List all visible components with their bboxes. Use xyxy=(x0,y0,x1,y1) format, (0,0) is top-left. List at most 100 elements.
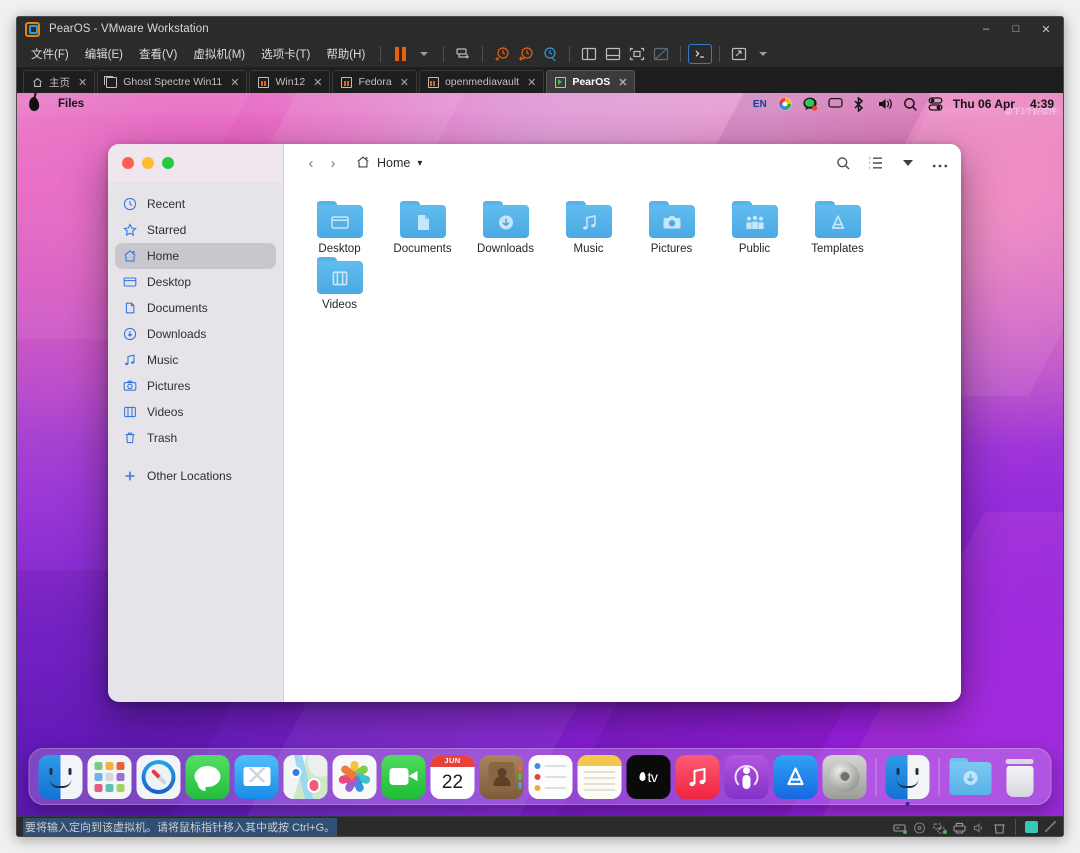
revert-snapshot-icon[interactable] xyxy=(514,44,538,64)
more-options-icon[interactable] xyxy=(932,156,947,171)
dock-item-messages[interactable] xyxy=(186,755,230,799)
tab-close-icon[interactable]: ✕ xyxy=(313,76,322,89)
dock-item-launchpad[interactable] xyxy=(88,755,132,799)
close-window-button[interactable] xyxy=(122,157,134,169)
menu-file[interactable]: 文件(F) xyxy=(23,43,77,65)
bluetooth-icon[interactable] xyxy=(853,97,867,111)
hard-disk-icon[interactable] xyxy=(893,821,906,833)
dock-item-tv[interactable]: tv xyxy=(627,755,671,799)
sidebar-item-pictures[interactable]: Pictures xyxy=(115,373,276,399)
dock-item-maps[interactable] xyxy=(284,755,328,799)
console-terminal-icon[interactable] xyxy=(688,44,712,64)
maximize-button[interactable]: □ xyxy=(1001,17,1031,41)
tab-close-icon[interactable]: ✕ xyxy=(400,76,409,89)
take-snapshot-icon[interactable] xyxy=(490,44,514,64)
menu-bar-time[interactable]: 4:39 xyxy=(1030,97,1054,111)
tab-home[interactable]: 主页 ✕ xyxy=(23,70,95,93)
dock-item-downloads-folder[interactable] xyxy=(949,755,993,799)
menu-tabs[interactable]: 选项卡(T) xyxy=(253,43,318,65)
dock-item-settings[interactable] xyxy=(823,755,867,799)
dock-item-music[interactable] xyxy=(676,755,720,799)
tab-close-icon[interactable]: ✕ xyxy=(618,76,627,89)
search-icon[interactable] xyxy=(903,97,917,111)
dock-item-facetime[interactable] xyxy=(382,755,426,799)
folder-item-downloads[interactable]: Downloads xyxy=(464,199,547,255)
dock-item-reminders[interactable] xyxy=(529,755,573,799)
pause-dropdown-caret-icon[interactable] xyxy=(412,44,436,64)
display-indicator-icon[interactable] xyxy=(1025,821,1038,833)
folder-item-desktop[interactable]: Desktop xyxy=(298,199,381,255)
show-console-pane-icon[interactable] xyxy=(601,44,625,64)
dock-item-photos[interactable] xyxy=(333,755,377,799)
location-dropdown-caret-icon[interactable]: ▾ xyxy=(417,158,422,169)
volume-icon[interactable] xyxy=(878,97,892,111)
folder-item-pictures[interactable]: Pictures xyxy=(630,199,713,255)
folder-item-videos[interactable]: Videos xyxy=(298,255,381,311)
menu-help[interactable]: 帮助(H) xyxy=(318,43,373,65)
tab-ghost-spectre-win11[interactable]: Ghost Spectre Win11 ✕ xyxy=(97,70,247,93)
dock-item-calendar[interactable]: JUN 22 xyxy=(431,755,475,799)
unity-mode-icon[interactable] xyxy=(649,44,673,64)
control-center-icon[interactable] xyxy=(928,97,942,111)
view-options-caret-icon[interactable] xyxy=(900,156,915,171)
dock-item-mail[interactable] xyxy=(235,755,279,799)
sidebar-item-other-locations[interactable]: Other Locations xyxy=(115,463,276,489)
color-profile-icon[interactable] xyxy=(778,97,792,111)
cd-dvd-icon[interactable] xyxy=(913,821,926,833)
active-app-name[interactable]: Files xyxy=(58,98,84,110)
sidebar-item-downloads[interactable]: Downloads xyxy=(115,321,276,347)
sidebar-item-desktop[interactable]: Desktop xyxy=(115,269,276,295)
folder-item-public[interactable]: Public xyxy=(713,199,796,255)
minimize-window-button[interactable] xyxy=(142,157,154,169)
tab-close-icon[interactable]: ✕ xyxy=(527,76,536,89)
dock-item-appstore[interactable] xyxy=(774,755,818,799)
sidebar-item-starred[interactable]: Starred xyxy=(115,217,276,243)
dock-item-trash[interactable] xyxy=(998,755,1042,799)
dock-item-contacts[interactable] xyxy=(480,755,524,799)
tab-openmediavault[interactable]: openmediavault ✕ xyxy=(419,70,544,93)
tab-close-icon[interactable]: ✕ xyxy=(230,76,239,89)
tab-fedora[interactable]: Fedora ✕ xyxy=(332,70,417,93)
maximize-window-button[interactable] xyxy=(162,157,174,169)
folder-item-music[interactable]: Music xyxy=(547,199,630,255)
dock-item-safari[interactable] xyxy=(137,755,181,799)
list-view-icon[interactable] xyxy=(868,156,883,171)
menu-view[interactable]: 查看(V) xyxy=(131,43,185,65)
minimize-button[interactable]: – xyxy=(971,17,1001,41)
guest-screen[interactable]: @下1个好软件 Files EN xyxy=(17,93,1063,816)
tab-pearos[interactable]: PearOS ✕ xyxy=(546,70,635,93)
sidebar-item-recent[interactable]: Recent xyxy=(115,191,276,217)
messages-badge-icon[interactable] xyxy=(803,97,817,111)
folder-item-documents[interactable]: Documents xyxy=(381,199,464,255)
network-adapter-icon[interactable] xyxy=(933,821,946,833)
dock-item-finder-running[interactable] xyxy=(886,755,930,799)
show-sidebar-icon[interactable] xyxy=(577,44,601,64)
dock-item-finder[interactable] xyxy=(39,755,83,799)
dock-item-notes[interactable] xyxy=(578,755,622,799)
menu-edit[interactable]: 编辑(E) xyxy=(77,43,131,65)
pear-logo-icon[interactable] xyxy=(28,96,40,111)
menu-vm[interactable]: 虚拟机(M) xyxy=(185,43,253,65)
input-language-indicator[interactable]: EN xyxy=(753,99,767,110)
dock-item-podcasts[interactable] xyxy=(725,755,769,799)
sound-card-icon[interactable] xyxy=(973,821,986,833)
sidebar-item-home[interactable]: Home xyxy=(115,243,276,269)
expand-dropdown-caret-icon[interactable] xyxy=(751,44,775,64)
fullscreen-layout-icon[interactable] xyxy=(625,44,649,64)
snapshot-manager-icon[interactable] xyxy=(538,44,562,64)
menu-bar-date[interactable]: Thu 06 Apr xyxy=(953,97,1015,111)
usb-device-icon[interactable] xyxy=(993,821,1006,833)
printer-icon[interactable] xyxy=(953,821,966,833)
pause-vm-icon[interactable] xyxy=(388,44,412,64)
back-button[interactable]: ‹ xyxy=(300,155,322,172)
expand-window-icon[interactable] xyxy=(727,44,751,64)
resize-grip-icon[interactable] xyxy=(1045,821,1056,832)
tab-win12[interactable]: Win12 ✕ xyxy=(249,70,330,93)
folder-item-templates[interactable]: Templates xyxy=(796,199,879,255)
display-icon[interactable] xyxy=(828,97,842,111)
sidebar-item-videos[interactable]: Videos xyxy=(115,399,276,425)
forward-button[interactable]: › xyxy=(322,155,344,172)
sidebar-item-documents[interactable]: Documents xyxy=(115,295,276,321)
search-icon[interactable] xyxy=(836,156,851,171)
sidebar-item-music[interactable]: Music xyxy=(115,347,276,373)
